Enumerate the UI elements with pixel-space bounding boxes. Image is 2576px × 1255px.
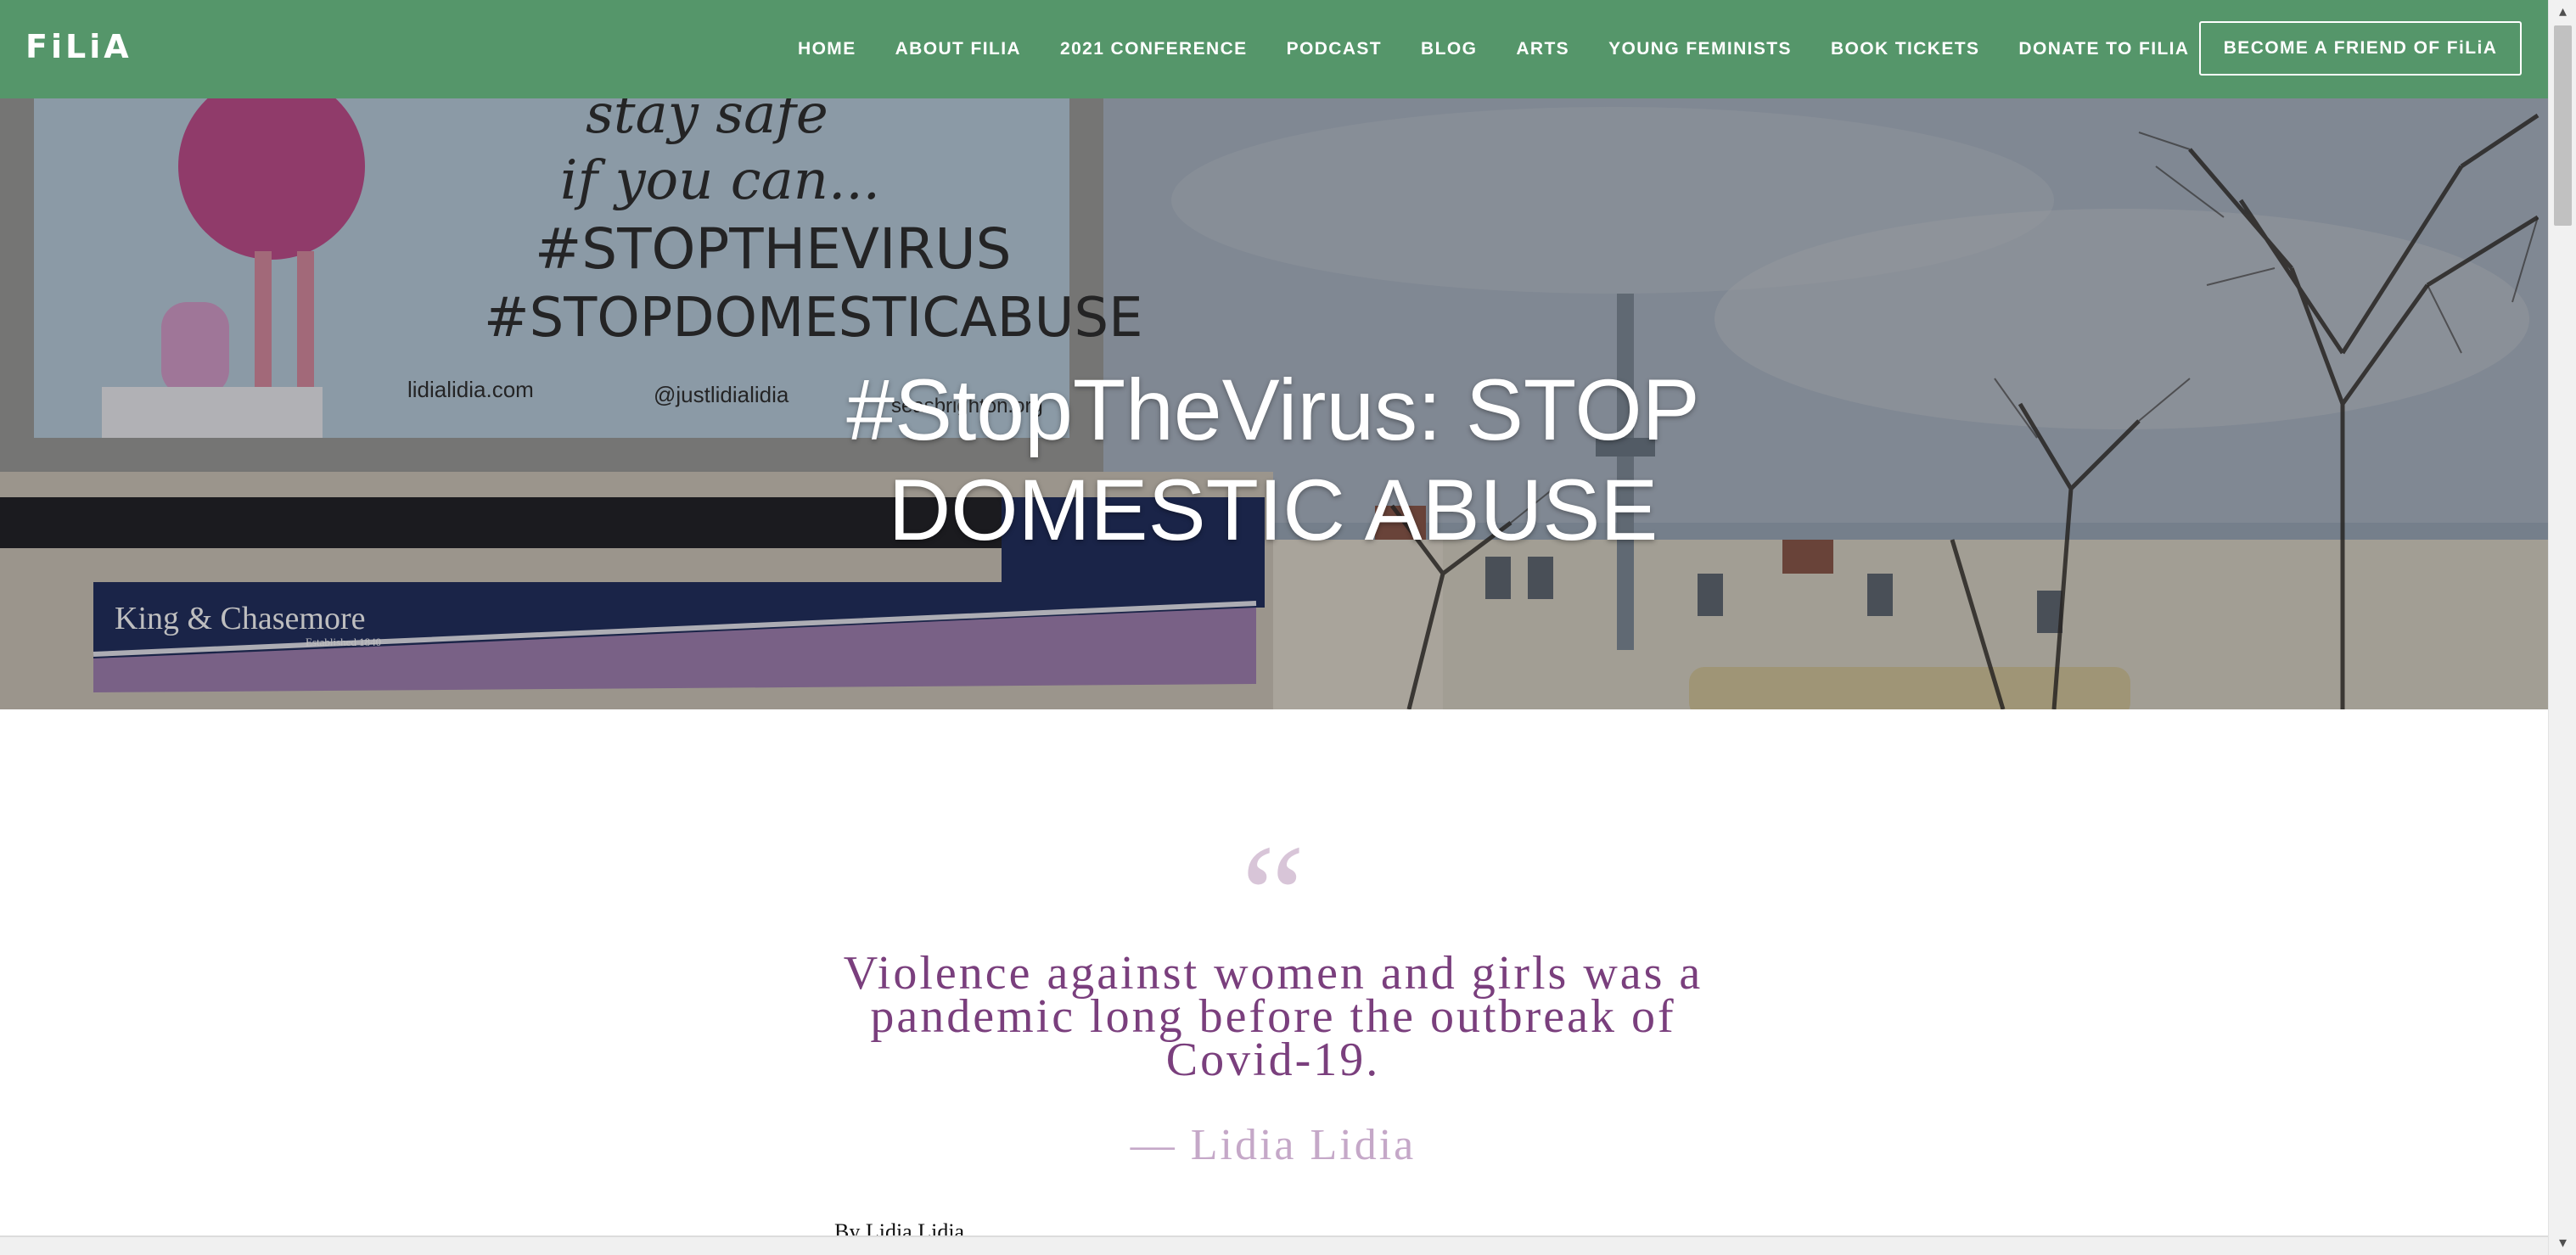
- nav-item-home[interactable]: HOME: [798, 39, 856, 59]
- nav-item-blog[interactable]: BLOG: [1421, 39, 1477, 59]
- hero-banner: stay safe if you can... #STOPTHEVIRUS #S…: [0, 98, 2548, 709]
- scroll-up-arrow-icon[interactable]: ▴: [2549, 0, 2576, 24]
- nav-item-about-filia[interactable]: ABOUT FILIA: [895, 39, 1021, 59]
- pull-quote-author: — Lidia Lidia: [1130, 1121, 1417, 1169]
- scrollbar-thumb[interactable]: [2554, 25, 2572, 226]
- site-header: FiLiA HOME ABOUT FILIA 2021 CONFERENCE P…: [0, 0, 2548, 98]
- main-nav: HOME ABOUT FILIA 2021 CONFERENCE PODCAST…: [798, 0, 2228, 98]
- nav-item-young-feminists[interactable]: YOUNG FEMINISTS: [1608, 39, 1792, 59]
- become-a-friend-button[interactable]: BECOME A FRIEND OF FiLiA: [2199, 21, 2522, 76]
- site-logo[interactable]: FiLiA: [25, 25, 132, 68]
- nav-item-arts[interactable]: ARTS: [1516, 39, 1569, 59]
- page-title: #StopTheVirus: STOP DOMESTIC ABUSE: [846, 361, 1700, 559]
- nav-item-book-tickets[interactable]: BOOK TICKETS: [1831, 39, 1979, 59]
- nav-item-2021-conference[interactable]: 2021 CONFERENCE: [1060, 39, 1248, 59]
- scroll-down-arrow-icon[interactable]: ▾: [2549, 1231, 2576, 1255]
- bottom-bar: [0, 1235, 2548, 1255]
- quote-mark-icon: “: [1241, 815, 1305, 975]
- nav-item-donate-to-filia[interactable]: DONATE TO FILIA: [2018, 39, 2189, 59]
- vertical-scrollbar[interactable]: ▴ ▾: [2548, 0, 2576, 1255]
- pull-quote-text: Violence against women and girls was a p…: [843, 947, 1703, 1086]
- nav-item-podcast[interactable]: PODCAST: [1287, 39, 1382, 59]
